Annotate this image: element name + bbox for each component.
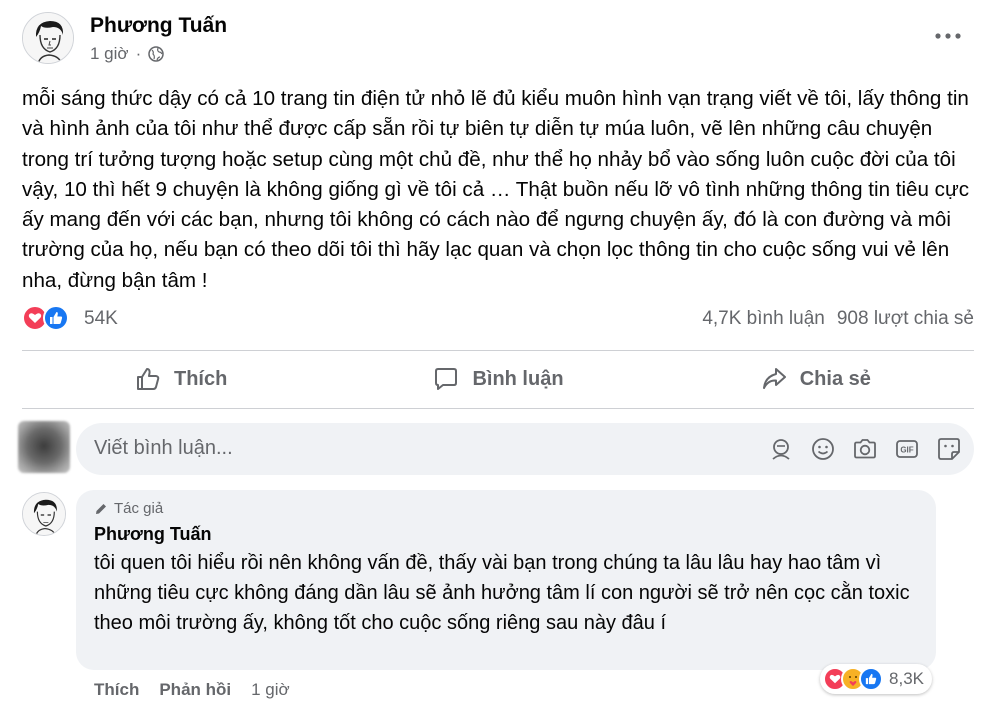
globe-icon[interactable] [148,46,164,62]
avatar-sticker-icon[interactable] [768,436,794,462]
emoji-icon[interactable] [810,436,836,462]
reaction-count[interactable]: 54K [84,308,118,330]
reply-reaction-count: 8,3K [889,669,924,688]
comment-label: Bình luận [472,367,564,390]
reply-like-link[interactable]: Thích [94,680,139,700]
like-icon [859,667,884,691]
comment-count[interactable]: 4,7K bình luận [702,308,825,330]
post-text: mỗi sáng thức dậy có cả 10 trang tin điệ… [22,87,970,292]
post-time[interactable]: 1 giờ [90,44,129,64]
post-author-name[interactable]: Phương Tuấn [90,14,227,38]
post-header: Phương Tuấn 1 giờ · [22,8,972,70]
svg-text:GIF: GIF [900,446,913,455]
thumbs-up-icon [136,368,160,390]
reply-author-name[interactable]: Phương Tuấn [94,524,211,545]
comment-button[interactable]: Bình luận [339,351,656,407]
engagement-stats: 4,7K bình luận 908 lượt chia sẻ [702,308,974,330]
reply-actions: Thích Phản hồi 1 giờ [94,680,290,700]
more-options-button[interactable] [930,22,966,50]
reply-author-avatar[interactable] [22,492,66,536]
share-icon [762,368,786,389]
author-badge: Tác giả [94,500,163,517]
camera-icon[interactable] [852,436,878,462]
comment-icon [435,368,458,390]
reaction-icons[interactable] [22,305,69,331]
pencil-icon [96,503,106,514]
reply-text: tôi quen tôi hiểu rồi nên không vấn đề, … [94,552,910,634]
author-reply-comment: Tác giả Phương Tuấn tôi quen tôi hiểu rồ… [22,490,974,704]
like-label: Thích [173,367,228,390]
author-avatar[interactable] [22,12,74,64]
comment-composer: Viết bình luận... GIF [18,421,974,477]
more-icon [935,33,961,39]
reply-time[interactable]: 1 giờ [251,680,290,700]
divider [22,408,974,409]
reply-respond-link[interactable]: Phản hồi [159,680,231,700]
current-user-avatar[interactable] [18,421,70,473]
gif-icon[interactable]: GIF [894,436,920,462]
like-button[interactable]: Thích [22,351,339,407]
reactions-summary: 54K 4,7K bình luận 908 lượt chia sẻ [22,300,974,340]
reply-bubble: Tác giả Phương Tuấn tôi quen tôi hiểu rồ… [76,490,936,670]
author-badge-label: Tác giả [114,500,164,517]
share-label: Chia sẻ [799,367,871,390]
meta-separator: · [135,44,142,63]
reply-reactions[interactable]: 8,3K [820,664,932,694]
like-icon [43,305,69,331]
post-meta: 1 giờ · [90,44,164,64]
share-count[interactable]: 908 lượt chia sẻ [837,308,974,330]
comment-placeholder: Viết bình luận... [94,437,233,459]
comment-tools: GIF [768,436,962,462]
comment-input[interactable]: Viết bình luận... GIF [76,423,974,475]
sticker-icon[interactable] [936,436,962,462]
share-button[interactable]: Chia sẻ [657,351,974,407]
post-actions: Thích Bình luận Chia sẻ [22,351,974,407]
